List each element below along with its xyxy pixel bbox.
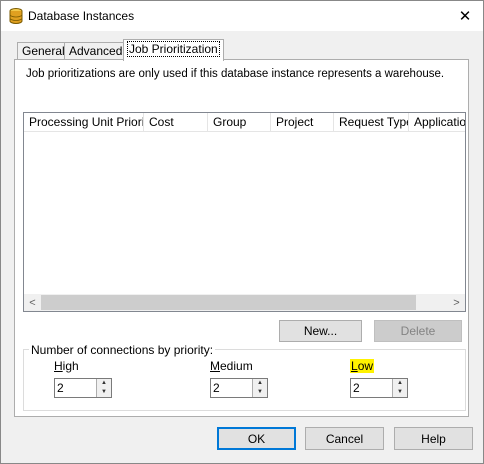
tab-general-label: General [22,44,65,58]
cancel-button[interactable]: Cancel [305,427,384,450]
low-label: Low [350,359,375,373]
column-processing-unit-priority[interactable]: Processing Unit Priority [24,113,144,131]
spin-down-icon[interactable]: ▼ [392,388,407,397]
close-icon: ✕ [458,8,472,25]
prioritization-table[interactable]: Processing Unit Priority Cost Group Proj… [23,112,466,312]
scroll-left-arrow-icon[interactable]: < [24,294,41,311]
column-project[interactable]: Project [271,113,334,131]
close-button[interactable]: ✕ [447,1,483,31]
low-connections-spinner[interactable]: ▲ ▼ [350,378,408,398]
high-connections-spinner[interactable]: ▲ ▼ [54,378,112,398]
help-button[interactable]: Help [394,427,473,450]
high-label-accelerator: H [54,359,63,373]
connections-group-label: Number of connections by priority: [29,343,216,357]
column-cost[interactable]: Cost [144,113,208,131]
scroll-right-arrow-icon[interactable]: > [448,294,465,311]
table-header: Processing Unit Priority Cost Group Proj… [24,113,465,132]
title-bar: Database Instances ✕ [1,1,483,31]
window-title: Database Instances [28,9,135,23]
low-label-rest: ow [357,359,374,373]
spin-down-icon[interactable]: ▼ [96,388,111,397]
new-button[interactable]: New... [279,320,362,342]
ok-button[interactable]: OK [217,427,296,450]
tab-job-prioritization-label: Job Prioritization [127,41,220,57]
scrollbar-thumb[interactable] [41,295,416,310]
tab-job-prioritization[interactable]: Job Prioritization [123,39,224,61]
delete-button[interactable]: Delete [374,320,462,342]
tab-advanced-label: Advanced [69,44,123,58]
low-connections-input[interactable] [351,379,395,397]
database-instances-dialog: Database Instances ✕ General Advanced Jo… [0,0,484,464]
high-label-rest: igh [62,359,79,373]
high-label: High [54,359,79,373]
job-prioritization-panel: Job prioritizations are only used if thi… [14,59,469,417]
medium-label: Medium [210,359,253,373]
high-connections-input[interactable] [55,379,99,397]
column-application[interactable]: Application [409,113,465,131]
column-group[interactable]: Group [208,113,271,131]
database-icon [9,8,23,24]
spin-down-icon[interactable]: ▼ [252,388,267,397]
medium-connections-spinner[interactable]: ▲ ▼ [210,378,268,398]
medium-label-rest: edium [220,359,253,373]
medium-label-accelerator: M [210,359,220,373]
tab-general[interactable]: General [17,42,70,60]
low-label-highlight: Low [350,359,375,373]
medium-connections-input[interactable] [211,379,255,397]
info-text: Job prioritizations are only used if thi… [26,68,445,80]
horizontal-scrollbar[interactable]: < > [24,294,465,311]
column-request-type[interactable]: Request Type [334,113,409,131]
low-label-accelerator: L [351,359,358,373]
connections-by-priority-group: Number of connections by priority: High … [23,343,466,411]
tab-advanced[interactable]: Advanced [64,42,128,60]
